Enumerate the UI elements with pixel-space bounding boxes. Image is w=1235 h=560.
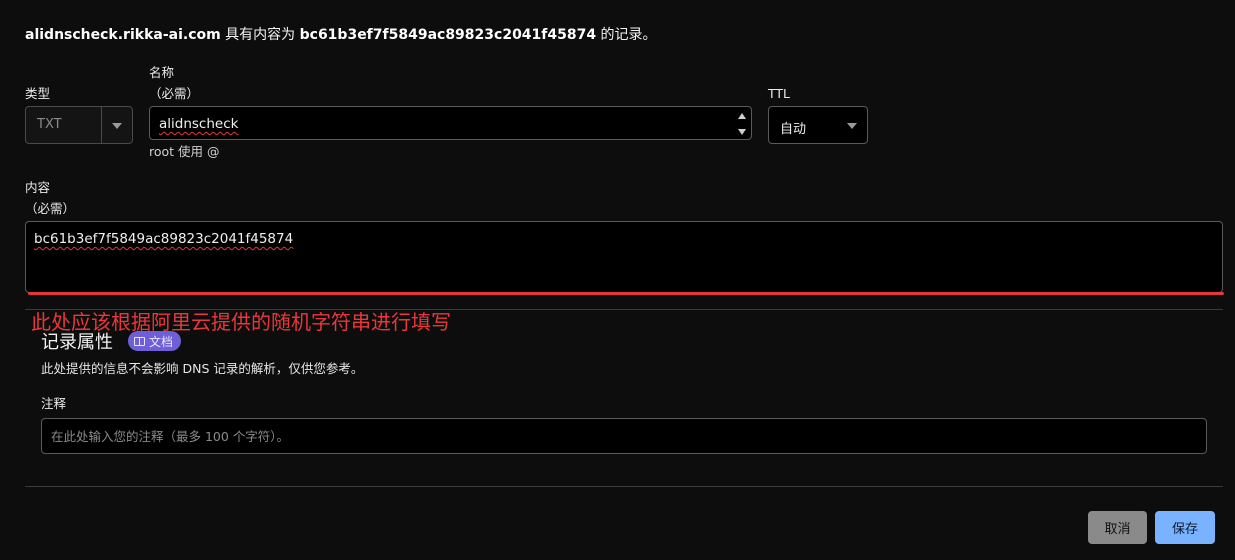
name-input[interactable]: alidnscheck bbox=[149, 106, 752, 140]
type-select-divider bbox=[101, 107, 102, 143]
name-input-spinner[interactable] bbox=[738, 111, 747, 137]
type-label: 类型 bbox=[25, 86, 51, 101]
record-summary: alidnscheck.rikka-ai.com 具有内容为 bc61b3ef7… bbox=[25, 24, 657, 44]
spinner-down-icon[interactable] bbox=[738, 129, 746, 135]
record-attributes-description: 此处提供的信息不会影响 DNS 记录的解析，仅供您参考。 bbox=[41, 361, 364, 376]
ttl-label: TTL bbox=[768, 86, 791, 101]
content-label: 内容 bbox=[25, 180, 51, 195]
name-input-value: alidnscheck bbox=[159, 116, 239, 132]
comment-field[interactable] bbox=[41, 418, 1207, 454]
comment-label: 注释 bbox=[41, 396, 67, 411]
ttl-select-value: 自动 bbox=[780, 122, 807, 137]
footer-divider bbox=[25, 486, 1223, 487]
record-summary-value: bc61b3ef7f5849ac89823c2041f45874 bbox=[299, 27, 597, 43]
comment-input[interactable] bbox=[42, 419, 1206, 453]
record-summary-middle: 具有内容为 bbox=[220, 27, 300, 43]
content-required: （必需） bbox=[25, 201, 76, 216]
cancel-button[interactable]: 取消 bbox=[1088, 511, 1147, 544]
type-select[interactable]: TXT bbox=[25, 106, 133, 144]
annotation-underline bbox=[28, 292, 1224, 295]
name-label: 名称 bbox=[149, 65, 175, 80]
chevron-down-icon[interactable] bbox=[112, 123, 122, 129]
record-summary-suffix: 的记录。 bbox=[596, 27, 657, 43]
content-textarea-value: bc61b3ef7f5849ac89823c2041f45874 bbox=[34, 231, 294, 247]
name-required: （必需） bbox=[149, 86, 200, 101]
save-button[interactable]: 保存 bbox=[1155, 511, 1215, 544]
name-hint: root 使用 @ bbox=[149, 144, 220, 159]
spinner-up-icon[interactable] bbox=[738, 113, 746, 119]
book-icon bbox=[134, 336, 145, 346]
type-select-value: TXT bbox=[37, 117, 62, 132]
record-attributes-title: 记录属性 bbox=[41, 332, 113, 353]
docs-link-label: 文档 bbox=[149, 334, 174, 349]
chevron-down-icon[interactable] bbox=[847, 123, 857, 129]
record-domain: alidnscheck.rikka-ai.com bbox=[25, 27, 221, 43]
content-textarea[interactable]: bc61b3ef7f5849ac89823c2041f45874 bbox=[25, 221, 1223, 293]
docs-link[interactable]: 文档 bbox=[128, 331, 182, 351]
ttl-select[interactable]: 自动 bbox=[768, 106, 868, 144]
